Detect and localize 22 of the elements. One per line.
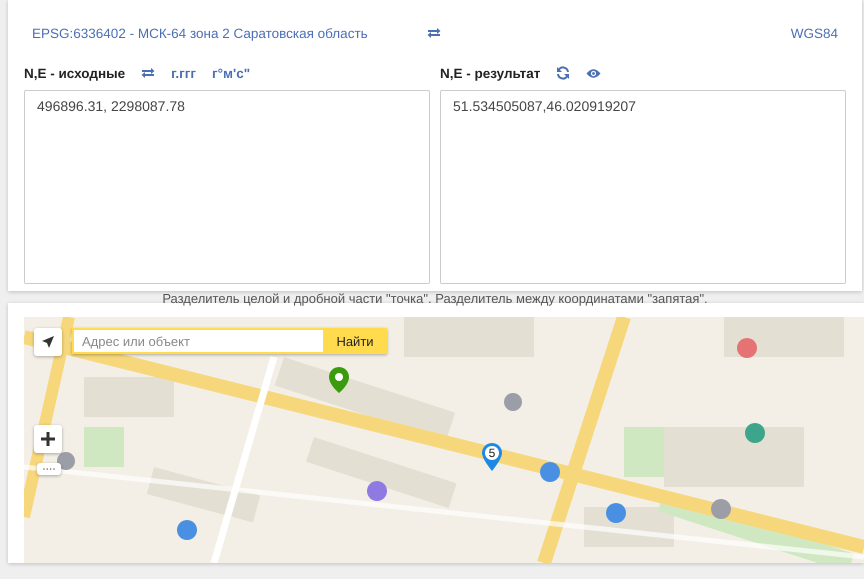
swap-icon[interactable]	[427, 27, 441, 39]
locate-button[interactable]	[34, 328, 62, 356]
numbered-placemark[interactable]: 5	[482, 443, 502, 471]
source-crs-link[interactable]: EPSG:6336402 - МСК-64 зона 2 Саратовская область	[32, 26, 427, 40]
format-link[interactable]: г°м'с"	[212, 66, 250, 80]
zoom-handle[interactable]	[37, 463, 61, 475]
eye-icon[interactable]	[586, 68, 602, 78]
swap-icon[interactable]	[141, 67, 156, 79]
source-label: N,E - исходные	[24, 66, 126, 80]
arrow-icon	[41, 335, 55, 349]
zoom-in-button[interactable]	[34, 425, 62, 453]
address-search-field[interactable]: Адрес или объект	[72, 328, 323, 354]
separator-hint: Разделитель целой и дробной части "точка". Разделитель между координатами "запятая".	[161, 291, 709, 306]
refresh-icon[interactable]	[556, 66, 570, 80]
target-crs-link[interactable]: WGS84	[790, 26, 838, 40]
format-link[interactable]: г.ггг	[171, 66, 196, 80]
search-button[interactable]: Найти	[323, 328, 387, 354]
grip-icon	[43, 467, 55, 471]
result-coordinates-field[interactable]: 51.534505087,46.020919207	[440, 90, 846, 284]
plus-icon	[41, 432, 55, 446]
source-coordinates-field[interactable]: 496896.31, 2298087.78	[24, 90, 430, 284]
result-label: N,E - результат	[440, 66, 540, 80]
